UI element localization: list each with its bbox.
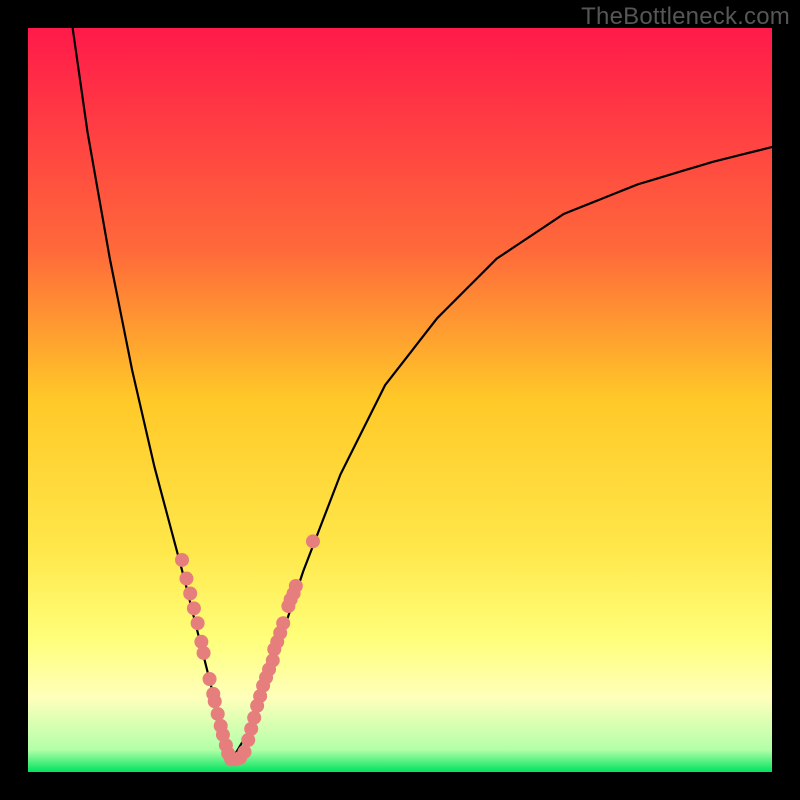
scatter-point xyxy=(289,579,303,593)
scatter-point xyxy=(203,672,217,686)
scatter-point xyxy=(187,601,201,615)
watermark-text: TheBottleneck.com xyxy=(581,3,790,31)
scatter-point xyxy=(179,572,193,586)
scatter-point xyxy=(306,534,320,548)
scatter-point xyxy=(238,745,252,759)
scatter-point xyxy=(211,707,225,721)
scatter-point xyxy=(197,646,211,660)
scatter-point xyxy=(191,616,205,630)
scatter-point xyxy=(247,711,261,725)
scatter-point xyxy=(175,553,189,567)
scatter-point xyxy=(276,616,290,630)
scatter-point xyxy=(183,586,197,600)
chart-svg xyxy=(28,28,772,772)
chart-container: TheBottleneck.com xyxy=(0,0,800,800)
scatter-point xyxy=(208,694,222,708)
